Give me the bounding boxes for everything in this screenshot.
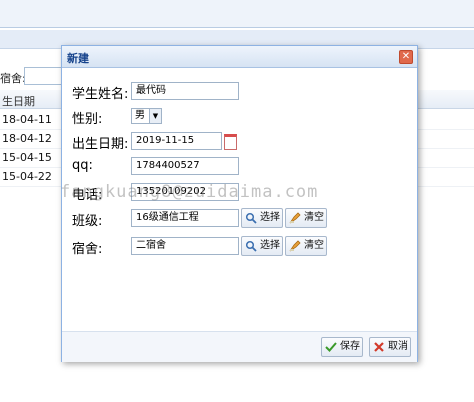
column-header-birthdate[interactable]: 生日期 — [2, 93, 35, 109]
class-clear-button[interactable]: 清空 — [285, 208, 327, 228]
class-label: 班级: — [72, 214, 103, 229]
clear-icon — [289, 240, 301, 252]
close-icon[interactable]: ✕ — [399, 50, 413, 64]
dorm-select-button[interactable]: 选择 — [241, 236, 283, 256]
save-button[interactable]: 保存 — [321, 337, 363, 357]
dialog-title-bar[interactable]: 新建 ✕ — [62, 46, 417, 68]
calendar-icon[interactable] — [224, 134, 237, 150]
cell-birthdate: 18-04-12 — [2, 132, 52, 145]
chevron-down-icon[interactable]: ▼ — [149, 109, 161, 123]
student-name-label: 学生姓名: — [72, 87, 129, 102]
dorm-input[interactable]: 二宿舍 — [131, 237, 239, 255]
dorm-clear-label: 清空 — [304, 240, 324, 251]
gender-value: 男 — [135, 110, 145, 121]
class-select-label: 选择 — [260, 212, 280, 223]
cell-birthdate: 15-04-22 — [2, 170, 52, 183]
new-student-dialog: 新建 ✕ 学生姓名: 最代码 性别: 男 ▼ 出生日期: 2019-11-15 … — [61, 45, 418, 362]
cancel-label: 取消 — [388, 341, 408, 352]
save-label: 保存 — [340, 341, 360, 352]
gender-label: 性别: — [72, 112, 103, 127]
class-input[interactable]: 16级通信工程 — [131, 209, 239, 227]
dialog-title: 新建 — [67, 52, 89, 65]
search-icon — [245, 212, 257, 224]
dorm-clear-button[interactable]: 清空 — [285, 236, 327, 256]
birthdate-label: 出生日期: — [72, 137, 129, 152]
dorm-select-label: 选择 — [260, 240, 280, 251]
cancel-button[interactable]: 取消 — [369, 337, 411, 357]
birthdate-input[interactable]: 2019-11-15 — [131, 132, 222, 150]
cell-birthdate: 15-04-15 — [2, 151, 52, 164]
app-top-bar — [0, 0, 474, 28]
dialog-footer: 保存 取消 — [62, 331, 417, 362]
clear-icon — [289, 212, 301, 224]
dorm-filter: 宿舍: — [0, 64, 76, 88]
watermark: fangkuang8@zuidaima.com — [60, 182, 319, 202]
qq-input[interactable]: 1784400527 — [131, 157, 239, 175]
gender-select[interactable]: 男 ▼ — [131, 108, 162, 124]
dorm-label: 宿舍: — [72, 242, 103, 257]
checkmark-icon — [325, 342, 337, 352]
qq-label: qq: — [72, 158, 93, 173]
class-clear-label: 清空 — [304, 212, 324, 223]
cross-icon — [374, 342, 384, 352]
search-icon — [245, 240, 257, 252]
cell-birthdate: 18-04-11 — [2, 113, 52, 126]
student-name-input[interactable]: 最代码 — [131, 82, 239, 100]
class-select-button[interactable]: 选择 — [241, 208, 283, 228]
dorm-filter-label: 宿舍: — [0, 72, 26, 85]
